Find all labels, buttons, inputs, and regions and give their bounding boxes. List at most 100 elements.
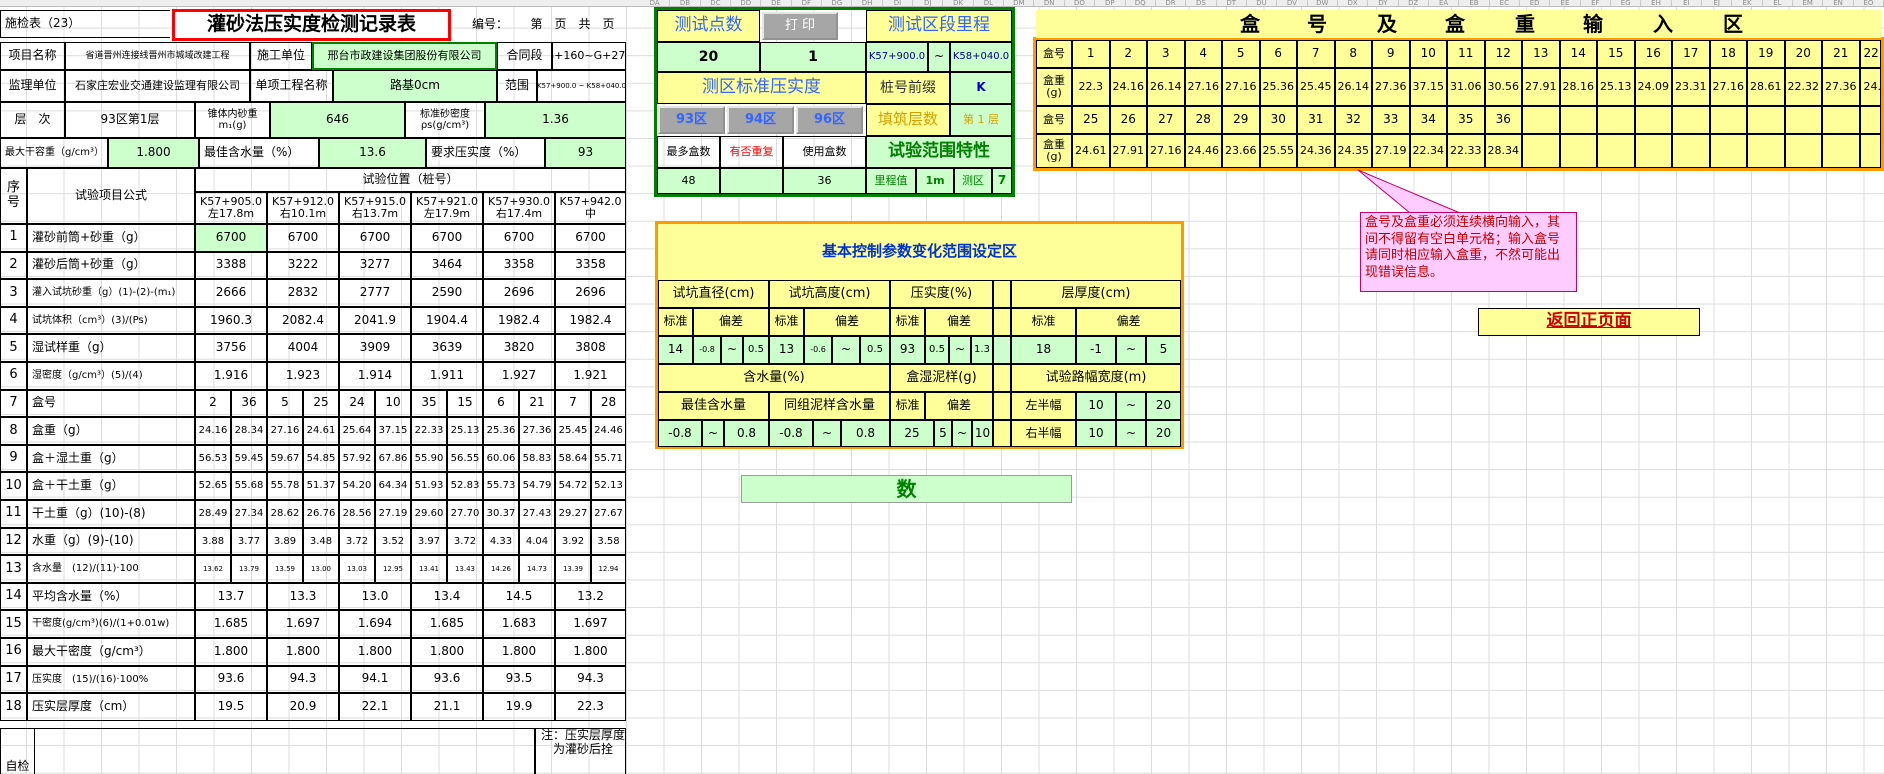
layer-dev-max[interactable]: 5 [1146, 336, 1181, 364]
row-value[interactable]: 52.65 [195, 472, 231, 500]
box-number-cell[interactable]: 8 [1334, 40, 1372, 68]
row-value[interactable]: 55.90 [411, 444, 447, 473]
row-value[interactable]: 3222 [267, 251, 339, 280]
box-weight-cell[interactable]: 27.16 [1184, 68, 1222, 106]
column-header[interactable]: EI [1672, 0, 1703, 6]
box-weight-cell[interactable]: 27.16 [1147, 134, 1185, 168]
box-weight-cell[interactable] [1747, 134, 1785, 168]
row-value[interactable]: 51.93 [411, 472, 447, 500]
row-value[interactable]: 6700 [339, 224, 411, 252]
zone-button[interactable]: 96区 [796, 106, 863, 134]
row-value[interactable]: 28.62 [267, 500, 303, 528]
row-value[interactable]: 3358 [483, 251, 555, 280]
box-weight-cell[interactable] [1597, 134, 1635, 168]
box-weight-cell[interactable]: 37.15 [1409, 68, 1447, 106]
column-header[interactable]: DX [1338, 0, 1369, 6]
max-dry-density-value[interactable]: 1.800 [108, 138, 199, 168]
box-sample-dev-max[interactable]: 10 [972, 420, 993, 447]
row-value[interactable]: 22.3 [555, 693, 626, 721]
box-weight-cell[interactable]: 26.14 [1147, 68, 1185, 106]
box-weight-cell[interactable]: 27.36 [1822, 68, 1860, 106]
column-header[interactable]: DH [852, 0, 883, 6]
zone-button[interactable]: 93区 [658, 106, 725, 134]
row-value[interactable]: 25.13 [447, 417, 483, 445]
column-header[interactable]: EM [1793, 0, 1824, 6]
row-value[interactable]: 6700 [555, 224, 626, 252]
pit-diameter-std[interactable]: 14 [658, 336, 693, 364]
box-number-cell[interactable]: 34 [1409, 106, 1447, 134]
row-value[interactable]: 29.27 [555, 500, 591, 528]
row-value[interactable]: 27.16 [267, 417, 303, 445]
row-value[interactable]: 1.800 [411, 638, 483, 666]
box-weight-cell[interactable]: 22.33 [1447, 134, 1485, 168]
contractor-value[interactable]: 邢台市政建设集团股份有限公司 [312, 42, 497, 70]
box-weight-cell[interactable] [1634, 134, 1672, 168]
box-number-cell[interactable] [1822, 106, 1860, 134]
row-value[interactable]: 2666 [195, 279, 267, 307]
return-button[interactable]: 返回正页面 [1478, 308, 1700, 336]
box-weight-cell[interactable]: 22.3 [1072, 68, 1110, 106]
row-value[interactable]: 3.52 [375, 527, 411, 556]
row-value[interactable]: 64.34 [375, 472, 411, 500]
box-weight-cell[interactable]: 27.91 [1109, 134, 1147, 168]
row-value[interactable]: 1.685 [195, 610, 267, 638]
column-header[interactable]: ED [1520, 0, 1551, 6]
box-number-cell[interactable]: 4 [1184, 40, 1222, 68]
row-value[interactable]: 5 [267, 389, 303, 418]
row-value[interactable]: 29.60 [411, 500, 447, 528]
box-number-cell[interactable]: 22 [1859, 40, 1881, 68]
row-value[interactable]: 35 [411, 389, 447, 418]
pit-diameter-dev-min[interactable]: -0.8 [693, 336, 721, 364]
box-weight-cell[interactable] [1859, 134, 1881, 168]
column-header[interactable]: DL [974, 0, 1005, 6]
row-value[interactable]: 3.58 [591, 527, 626, 556]
row-value[interactable]: 13.41 [411, 555, 447, 583]
column-header[interactable]: DA [640, 0, 671, 6]
row-value[interactable]: 93.5 [483, 665, 555, 694]
row-value[interactable]: 1.923 [267, 362, 339, 390]
box-number-cell[interactable]: 27 [1147, 106, 1185, 134]
row-value[interactable]: 56.53 [195, 444, 231, 473]
opt-water-max[interactable]: 0.8 [724, 420, 769, 447]
box-number-cell[interactable]: 32 [1334, 106, 1372, 134]
row-value[interactable]: 1.911 [411, 362, 483, 390]
row-value[interactable]: 6 [483, 389, 519, 418]
column-header[interactable]: DB [670, 0, 701, 6]
box-weight-cell[interactable]: 28.16 [1559, 68, 1597, 106]
box-weight-cell[interactable]: 26.14 [1334, 68, 1372, 106]
row-value[interactable]: 6700 [483, 224, 555, 252]
box-number-cell[interactable]: 7 [1297, 40, 1335, 68]
box-weight-cell[interactable] [1822, 134, 1860, 168]
std-sand-density-value[interactable]: 1.36 [485, 102, 626, 138]
row-value[interactable]: 54.79 [519, 472, 555, 500]
box-number-cell[interactable]: 2 [1109, 40, 1147, 68]
row-value[interactable]: 27.43 [519, 500, 555, 528]
row-value[interactable]: 55.78 [267, 472, 303, 500]
box-weight-cell[interactable]: 25.45 [1297, 68, 1335, 106]
column-header[interactable]: DN [1034, 0, 1065, 6]
column-header[interactable]: EG [1611, 0, 1642, 6]
row-value[interactable]: 24.61 [303, 417, 339, 445]
unit-project-value[interactable]: 路基0cm [333, 70, 497, 102]
row-value[interactable]: 15 [447, 389, 483, 418]
row-value[interactable]: 27.19 [375, 500, 411, 528]
column-header[interactable]: EH [1641, 0, 1672, 6]
cone-sand-value[interactable]: 646 [270, 102, 405, 138]
tilde[interactable]: ~ [832, 336, 860, 364]
box-sample-dev-min[interactable]: 5 [934, 420, 952, 447]
row-value[interactable]: 27.67 [591, 500, 626, 528]
box-weight-cell[interactable]: 27.19 [1372, 134, 1410, 168]
box-weight-cell[interactable]: 22.34 [1409, 134, 1447, 168]
column-header[interactable]: DK [943, 0, 974, 6]
row-value[interactable]: 7 [555, 389, 591, 418]
box-number-cell[interactable] [1634, 106, 1672, 134]
box-number-cell[interactable]: 10 [1409, 40, 1447, 68]
column-header[interactable]: DY [1368, 0, 1399, 6]
box-weight-cell[interactable]: 31.06 [1447, 68, 1485, 106]
row-value[interactable]: 3.88 [195, 527, 231, 556]
pit-height-dev-min[interactable]: -0.6 [804, 336, 832, 364]
row-value[interactable]: 13.7 [195, 582, 267, 611]
row-value[interactable]: 1.694 [339, 610, 411, 638]
column-header[interactable]: EA [1429, 0, 1460, 6]
row-value[interactable]: 1982.4 [483, 306, 555, 335]
